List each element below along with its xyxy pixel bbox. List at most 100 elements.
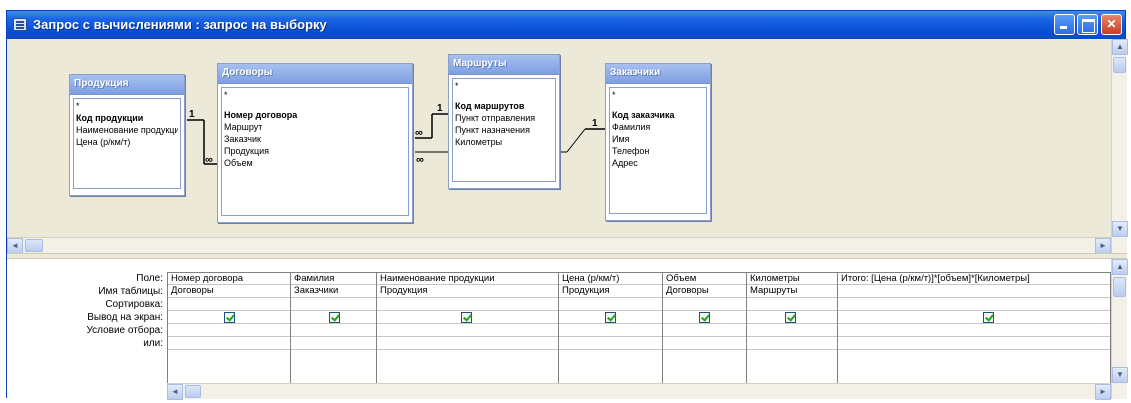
- horizontal-scrollbar[interactable]: ◄ ►: [7, 237, 1111, 254]
- grid-column[interactable]: Объем Договоры: [662, 272, 746, 383]
- grid-show-cell[interactable]: [168, 311, 290, 324]
- field-key[interactable]: Код заказчика: [612, 109, 704, 121]
- grid-field-cell[interactable]: Наименование продукции: [377, 272, 558, 285]
- field-item[interactable]: Телефон: [612, 145, 704, 157]
- field-item[interactable]: Продукция: [224, 145, 406, 157]
- grid-show-cell[interactable]: [559, 311, 662, 324]
- scroll-left-icon[interactable]: ◄: [7, 238, 23, 254]
- grid-field-cell[interactable]: Итого: [Цена (р/км/т)]*[объем]*[Километр…: [838, 272, 1110, 285]
- grid-criteria-cell[interactable]: [663, 324, 746, 337]
- show-checkbox[interactable]: [699, 312, 710, 323]
- field-item[interactable]: Адрес: [612, 157, 704, 169]
- show-checkbox[interactable]: [605, 312, 616, 323]
- field-item[interactable]: Заказчик: [224, 133, 406, 145]
- grid-criteria-cell[interactable]: [377, 324, 558, 337]
- field-item[interactable]: Цена (р/км/т): [76, 136, 178, 148]
- grid-or-cell[interactable]: [747, 337, 837, 350]
- grid-column[interactable]: Итого: [Цена (р/км/т)]*[объем]*[Километр…: [837, 272, 1111, 383]
- table-zakazchiki[interactable]: Заказчики * Код заказчика Фамилия Имя Те…: [605, 63, 711, 221]
- grid-criteria-cell[interactable]: [168, 324, 290, 337]
- grid-sort-cell[interactable]: [838, 298, 1110, 311]
- grid-show-cell[interactable]: [838, 311, 1110, 324]
- field-all[interactable]: *: [455, 80, 553, 92]
- scroll-down-icon[interactable]: ▼: [1112, 367, 1128, 383]
- table-title[interactable]: Продукция: [70, 75, 184, 95]
- grid-or-cell[interactable]: [838, 337, 1110, 350]
- scroll-left-icon[interactable]: ◄: [167, 384, 183, 400]
- field-all[interactable]: *: [612, 89, 704, 101]
- field-item[interactable]: Объем: [224, 157, 406, 169]
- grid-table-cell[interactable]: [838, 285, 1110, 298]
- grid-table-cell[interactable]: Договоры: [663, 285, 746, 298]
- scroll-up-icon[interactable]: ▲: [1112, 39, 1128, 55]
- grid-table-cell[interactable]: Маршруты: [747, 285, 837, 298]
- field-key[interactable]: Код маршрутов: [455, 100, 553, 112]
- grid-table-cell[interactable]: Продукция: [377, 285, 558, 298]
- scroll-up-icon[interactable]: ▲: [1112, 259, 1128, 275]
- table-produkcija[interactable]: Продукция * Код продукции Наименование п…: [69, 74, 185, 196]
- grid-field-cell[interactable]: Номер договора: [168, 272, 290, 285]
- field-item[interactable]: Фамилия: [612, 121, 704, 133]
- grid-criteria-cell[interactable]: [559, 324, 662, 337]
- field-key[interactable]: Номер договора: [224, 109, 406, 121]
- maximize-button[interactable]: [1077, 14, 1098, 35]
- table-dogovory[interactable]: Договоры * Номер договора Маршрут Заказч…: [217, 63, 413, 223]
- grid-sort-cell[interactable]: [291, 298, 376, 311]
- grid-show-cell[interactable]: [377, 311, 558, 324]
- table-title[interactable]: Маршруты: [449, 55, 559, 75]
- grid-column[interactable]: Наименование продукции Продукция: [376, 272, 558, 383]
- grid-column[interactable]: Номер договора Договоры: [167, 272, 290, 383]
- grid-show-cell[interactable]: [291, 311, 376, 324]
- grid-or-cell[interactable]: [291, 337, 376, 350]
- show-checkbox[interactable]: [785, 312, 796, 323]
- grid-criteria-cell[interactable]: [747, 324, 837, 337]
- grid-table-cell[interactable]: Договоры: [168, 285, 290, 298]
- field-item[interactable]: Маршрут: [224, 121, 406, 133]
- scroll-thumb[interactable]: [25, 239, 43, 252]
- grid-sort-cell[interactable]: [168, 298, 290, 311]
- scroll-thumb[interactable]: [185, 385, 201, 398]
- grid-field-cell[interactable]: Цена (р/км/т): [559, 272, 662, 285]
- scroll-down-icon[interactable]: ▼: [1112, 221, 1128, 237]
- close-button[interactable]: ✕: [1101, 14, 1122, 35]
- grid-sort-cell[interactable]: [377, 298, 558, 311]
- show-checkbox[interactable]: [983, 312, 994, 323]
- table-title[interactable]: Заказчики: [606, 64, 710, 84]
- grid-field-cell[interactable]: Километры: [747, 272, 837, 285]
- grid-column[interactable]: Фамилия Заказчики: [290, 272, 376, 383]
- grid-field-cell[interactable]: Объем: [663, 272, 746, 285]
- title-bar[interactable]: Запрос с вычислениями : запрос на выборк…: [7, 11, 1125, 39]
- field-item[interactable]: Пункт отправления: [455, 112, 553, 124]
- grid-column[interactable]: Цена (р/км/т) Продукция: [558, 272, 662, 383]
- grid-or-cell[interactable]: [377, 337, 558, 350]
- field-all[interactable]: *: [76, 100, 178, 112]
- field-key[interactable]: Код продукции: [76, 112, 178, 124]
- field-item[interactable]: Пункт назначения: [455, 124, 553, 136]
- scroll-right-icon[interactable]: ►: [1095, 384, 1111, 400]
- show-checkbox[interactable]: [224, 312, 235, 323]
- minimize-button[interactable]: [1054, 14, 1075, 35]
- grid-vertical-scrollbar[interactable]: ▲ ▼: [1111, 259, 1128, 399]
- scroll-thumb[interactable]: [1113, 277, 1126, 297]
- grid-sort-cell[interactable]: [559, 298, 662, 311]
- grid-column[interactable]: Километры Маршруты: [746, 272, 837, 383]
- table-title[interactable]: Договоры: [218, 64, 412, 84]
- grid-or-cell[interactable]: [663, 337, 746, 350]
- grid-criteria-cell[interactable]: [291, 324, 376, 337]
- table-marshruty[interactable]: Маршруты * Код маршрутов Пункт отправлен…: [448, 54, 560, 189]
- grid-table-cell[interactable]: Заказчики: [291, 285, 376, 298]
- grid-horizontal-scrollbar[interactable]: ◄ ►: [167, 383, 1111, 400]
- scroll-right-icon[interactable]: ►: [1095, 238, 1111, 254]
- grid-or-cell[interactable]: [559, 337, 662, 350]
- scroll-thumb[interactable]: [1113, 57, 1126, 73]
- show-checkbox[interactable]: [461, 312, 472, 323]
- grid-sort-cell[interactable]: [747, 298, 837, 311]
- grid-sort-cell[interactable]: [663, 298, 746, 311]
- grid-or-cell[interactable]: [168, 337, 290, 350]
- field-item[interactable]: Наименование продукции: [76, 124, 178, 136]
- field-item[interactable]: Километры: [455, 136, 553, 148]
- vertical-scrollbar[interactable]: ▲ ▼: [1111, 39, 1128, 253]
- grid-criteria-cell[interactable]: [838, 324, 1110, 337]
- grid-show-cell[interactable]: [747, 311, 837, 324]
- show-checkbox[interactable]: [329, 312, 340, 323]
